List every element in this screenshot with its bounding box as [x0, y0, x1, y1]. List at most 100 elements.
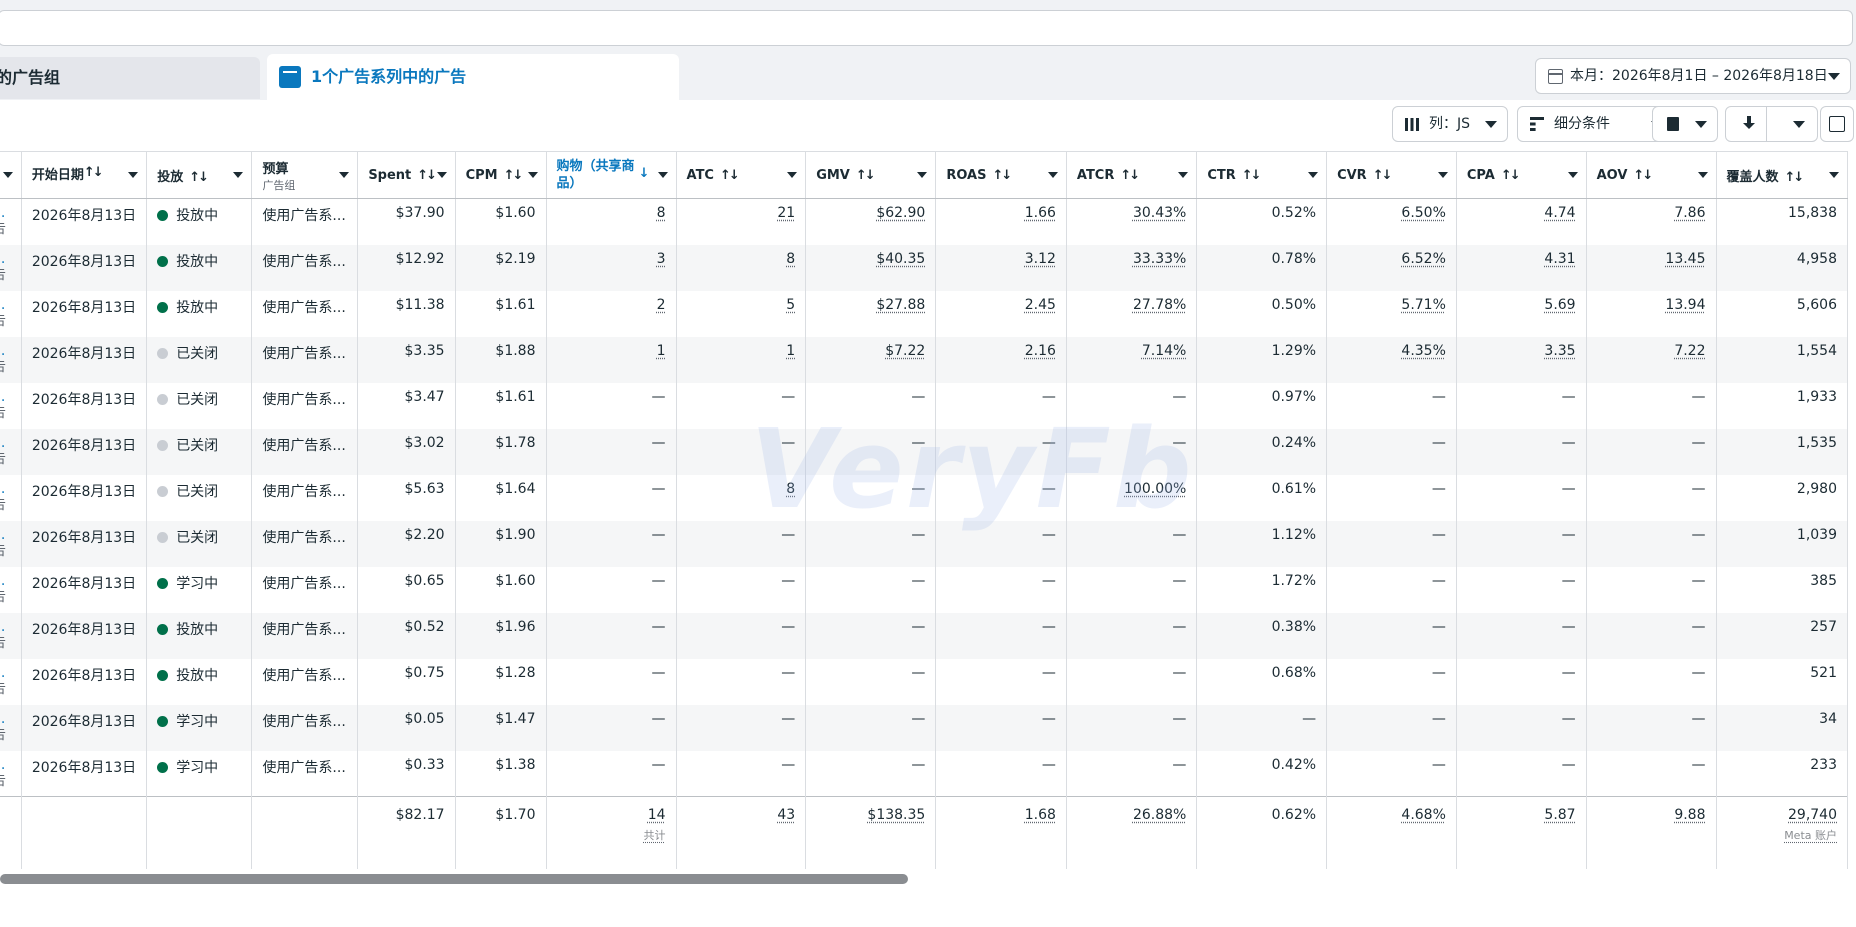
sort-icon[interactable]: ↑↓: [84, 164, 104, 181]
sort-icon[interactable]: ↑↓: [856, 168, 876, 183]
col-gmv[interactable]: GMV ↑↓: [805, 151, 937, 199]
col-cvr[interactable]: CVR ↑↓: [1326, 151, 1457, 199]
ad-name-cell[interactable]: ...告: [0, 382, 22, 429]
chevron-down-icon[interactable]: [1793, 121, 1805, 128]
purch-cell[interactable]: 2: [546, 290, 677, 337]
cpa-cell[interactable]: 4.74: [1456, 198, 1587, 245]
total-cpa[interactable]: 5.87: [1456, 796, 1587, 869]
col-start-date[interactable]: 开始日期 ↑↓: [21, 151, 148, 199]
col-atc[interactable]: ATC ↑↓: [676, 151, 807, 199]
cvr-cell[interactable]: 5.71%: [1326, 290, 1457, 337]
col-aov[interactable]: AOV ↑↓: [1586, 151, 1717, 199]
chevron-down-icon[interactable]: [1178, 172, 1189, 178]
col-cpm[interactable]: CPM ↑↓: [455, 151, 547, 199]
roas-cell[interactable]: 1.66: [935, 198, 1067, 245]
sort-desc-icon[interactable]: ↓: [639, 165, 650, 182]
cvr-cell[interactable]: 6.50%: [1326, 198, 1457, 245]
total-gmv[interactable]: $138.35: [805, 796, 937, 869]
ad-name-cell[interactable]: ...告: [0, 198, 22, 245]
aov-cell[interactable]: 13.45: [1586, 244, 1717, 291]
total-roas[interactable]: 1.68: [935, 796, 1067, 869]
columns-button[interactable]: 列：JS: [1392, 106, 1508, 142]
aov-cell[interactable]: 7.22: [1586, 336, 1717, 383]
table-row[interactable]: ...告2026年8月13日投放中使用广告系...$12.92$2.1938$4…: [0, 244, 1848, 291]
table-row[interactable]: ...告2026年8月13日投放中使用广告系...$0.75$1.28—————…: [0, 658, 1848, 705]
chevron-down-icon[interactable]: [1047, 172, 1058, 178]
sort-icon[interactable]: ↑↓: [1242, 168, 1262, 183]
date-range-picker[interactable]: 本月：2026年8月1日 – 2026年8月18日: [1535, 58, 1851, 94]
col-roas[interactable]: ROAS ↑↓: [935, 151, 1067, 199]
chevron-down-icon[interactable]: [527, 172, 538, 178]
horizontal-scrollbar[interactable]: [0, 874, 908, 884]
search-filter-bar[interactable]: [0, 10, 1853, 46]
tab-adsets[interactable]: 的广告组: [0, 57, 260, 99]
ad-name-cell[interactable]: ...告: [0, 474, 22, 521]
total-cvr[interactable]: 4.68%: [1326, 796, 1457, 869]
roas-cell[interactable]: 2.16: [935, 336, 1067, 383]
table-row[interactable]: ...告2026年8月13日学习中使用广告系...$0.65$1.60—————…: [0, 566, 1848, 613]
chart-button[interactable]: [1820, 106, 1854, 142]
total-atc[interactable]: 43: [676, 796, 807, 869]
chevron-down-icon[interactable]: [1437, 172, 1448, 178]
chevron-down-icon[interactable]: [1567, 172, 1578, 178]
reports-button[interactable]: [1652, 106, 1718, 142]
atcr-cell[interactable]: 33.33%: [1066, 244, 1198, 291]
ad-name-cell[interactable]: ...告: [0, 704, 22, 751]
atc-cell[interactable]: 1: [676, 336, 807, 383]
cvr-cell[interactable]: 4.35%: [1326, 336, 1457, 383]
ad-name-cell[interactable]: ...告: [0, 658, 22, 705]
col-delivery[interactable]: 投放 ↑↓: [146, 151, 253, 199]
table-row[interactable]: ...告2026年8月13日已关闭使用广告系...$3.02$1.78—————…: [0, 428, 1848, 475]
cpa-cell[interactable]: 5.69: [1456, 290, 1587, 337]
sort-icon[interactable]: ↑↓: [1373, 168, 1393, 183]
chevron-down-icon[interactable]: [1308, 172, 1319, 178]
sort-icon[interactable]: ↑↓: [417, 168, 437, 183]
col-ctr[interactable]: CTR ↑↓: [1196, 151, 1328, 199]
purch-cell[interactable]: 3: [546, 244, 677, 291]
gmv-cell[interactable]: $7.22: [805, 336, 937, 383]
table-row[interactable]: ...告2026年8月13日已关闭使用广告系...$3.47$1.61—————…: [0, 382, 1848, 429]
gmv-cell[interactable]: $62.90: [805, 198, 937, 245]
table-row[interactable]: ...告2026年8月13日已关闭使用广告系...$3.35$1.8811$7.…: [0, 336, 1848, 383]
sort-icon[interactable]: ↑↓: [1120, 168, 1140, 183]
sort-icon[interactable]: ↑↓: [189, 170, 209, 185]
table-row[interactable]: ...告2026年8月13日学习中使用广告系...$0.33$1.38—————…: [0, 750, 1848, 797]
col-reach[interactable]: 覆盖人数 ↑↓: [1716, 151, 1848, 199]
cpa-cell[interactable]: 3.35: [1456, 336, 1587, 383]
chevron-down-icon[interactable]: [1829, 172, 1839, 178]
tab-ads[interactable]: 1个广告系列中的广告: [267, 54, 679, 100]
sort-icon[interactable]: ↑↓: [1501, 168, 1521, 183]
ad-name-cell[interactable]: ...告: [0, 244, 22, 291]
table-row[interactable]: ...告2026年8月13日已关闭使用广告系...$5.63$1.64—8——1…: [0, 474, 1848, 521]
gmv-cell[interactable]: $40.35: [805, 244, 937, 291]
chevron-down-icon[interactable]: [436, 172, 447, 178]
total-reach[interactable]: 29,740 Meta 账户: [1716, 796, 1848, 869]
sort-icon[interactable]: ↑↓: [1785, 170, 1805, 185]
sort-icon[interactable]: ↑↓: [992, 168, 1012, 183]
export-button[interactable]: [1725, 106, 1818, 142]
col-cpa[interactable]: CPA ↑↓: [1456, 151, 1587, 199]
breakdown-button[interactable]: 细分条件: [1517, 106, 1674, 142]
col-purchases[interactable]: 购物（共享商品） ↓: [546, 151, 677, 199]
cvr-cell[interactable]: 6.52%: [1326, 244, 1457, 291]
sort-icon[interactable]: ↑↓: [1633, 168, 1653, 183]
chevron-down-icon[interactable]: [787, 172, 798, 178]
atcr-cell[interactable]: 30.43%: [1066, 198, 1198, 245]
chevron-down-icon[interactable]: [657, 172, 668, 178]
col-spent[interactable]: Spent ↑↓: [357, 151, 456, 199]
ad-name-cell[interactable]: ...告: [0, 612, 22, 659]
table-row[interactable]: ...告2026年8月13日投放中使用广告系...$37.90$1.60821$…: [0, 198, 1848, 245]
purch-cell[interactable]: 1: [546, 336, 677, 383]
purch-cell[interactable]: 8: [546, 198, 677, 245]
roas-cell[interactable]: 2.45: [935, 290, 1067, 337]
table-row[interactable]: ...告2026年8月13日学习中使用广告系...$0.05$1.47—————…: [0, 704, 1848, 751]
roas-cell[interactable]: 3.12: [935, 244, 1067, 291]
total-aov[interactable]: 9.88: [1586, 796, 1717, 869]
chevron-down-icon[interactable]: [233, 172, 244, 178]
col-atcr[interactable]: ATCR ↑↓: [1066, 151, 1198, 199]
atcr-cell[interactable]: 7.14%: [1066, 336, 1198, 383]
gmv-cell[interactable]: $27.88: [805, 290, 937, 337]
ad-name-cell[interactable]: ...告: [0, 520, 22, 567]
sort-icon[interactable]: ↑↓: [504, 168, 524, 183]
atc-cell[interactable]: 21: [676, 198, 807, 245]
